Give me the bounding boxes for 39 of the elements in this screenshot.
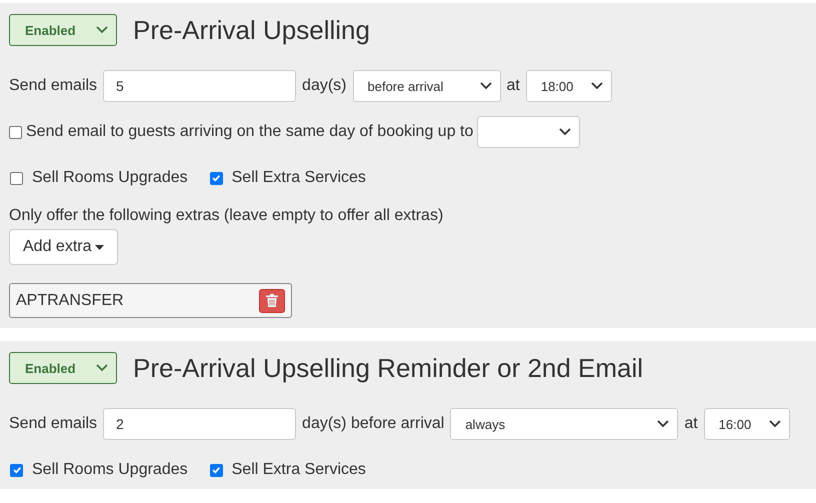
dropdown[interactable]: 18:00 — [526, 70, 612, 102]
dropdown[interactable]: always — [450, 408, 678, 440]
chevron-icon — [96, 26, 108, 34]
chevron-icon — [657, 420, 670, 428]
checkbox[interactable] — [10, 172, 23, 184]
days-input[interactable]: 2 — [103, 408, 296, 440]
field-label: at — [506, 77, 520, 95]
status-select[interactable]: Enabled — [9, 352, 117, 384]
checkbox-label: Sell Rooms Upgrades — [32, 461, 188, 479]
section-title: Pre-Arrival Upselling Reminder or 2nd Email — [133, 352, 644, 384]
status-select[interactable]: Enabled — [9, 14, 117, 46]
field-label: Send emails — [9, 77, 98, 95]
checkbox[interactable] — [9, 126, 22, 138]
days-input[interactable]: 5 — [103, 70, 296, 102]
field-label: day(s) — [302, 77, 346, 95]
add-extra-button[interactable]: Add extra — [9, 229, 118, 265]
field-label: Send emails — [9, 415, 98, 433]
chevron-icon — [480, 82, 492, 90]
dropdown[interactable]: before arrival — [352, 70, 500, 102]
trash-icon — [266, 294, 278, 307]
checkbox[interactable] — [210, 464, 223, 476]
caret-icon — [95, 244, 104, 250]
dropdown[interactable]: 16:00 — [704, 408, 790, 440]
checkbox[interactable] — [10, 464, 23, 476]
delete-button[interactable] — [259, 288, 285, 312]
checkbox-label: Sell Extra Services — [232, 461, 366, 479]
chevron-icon — [590, 82, 603, 90]
chevron-icon — [559, 128, 572, 136]
checkbox-label: Send email to guests arriving on the same day of booking up to — [26, 123, 474, 141]
chevron-icon — [768, 420, 781, 428]
field-label: day(s) before arrival — [302, 415, 444, 433]
field-label: at — [684, 415, 698, 433]
checkbox-label: Sell Rooms Upgrades — [32, 169, 188, 187]
extra-name: APTRANSFER — [16, 292, 124, 310]
section-title: Pre-Arrival Upselling — [133, 14, 370, 46]
checkbox-label: Sell Extra Services — [232, 169, 366, 187]
checkbox[interactable] — [210, 172, 223, 184]
extras-hint: Only offer the following extras (leave empty to offer all extras) — [9, 207, 444, 225]
chevron-icon — [96, 364, 108, 372]
